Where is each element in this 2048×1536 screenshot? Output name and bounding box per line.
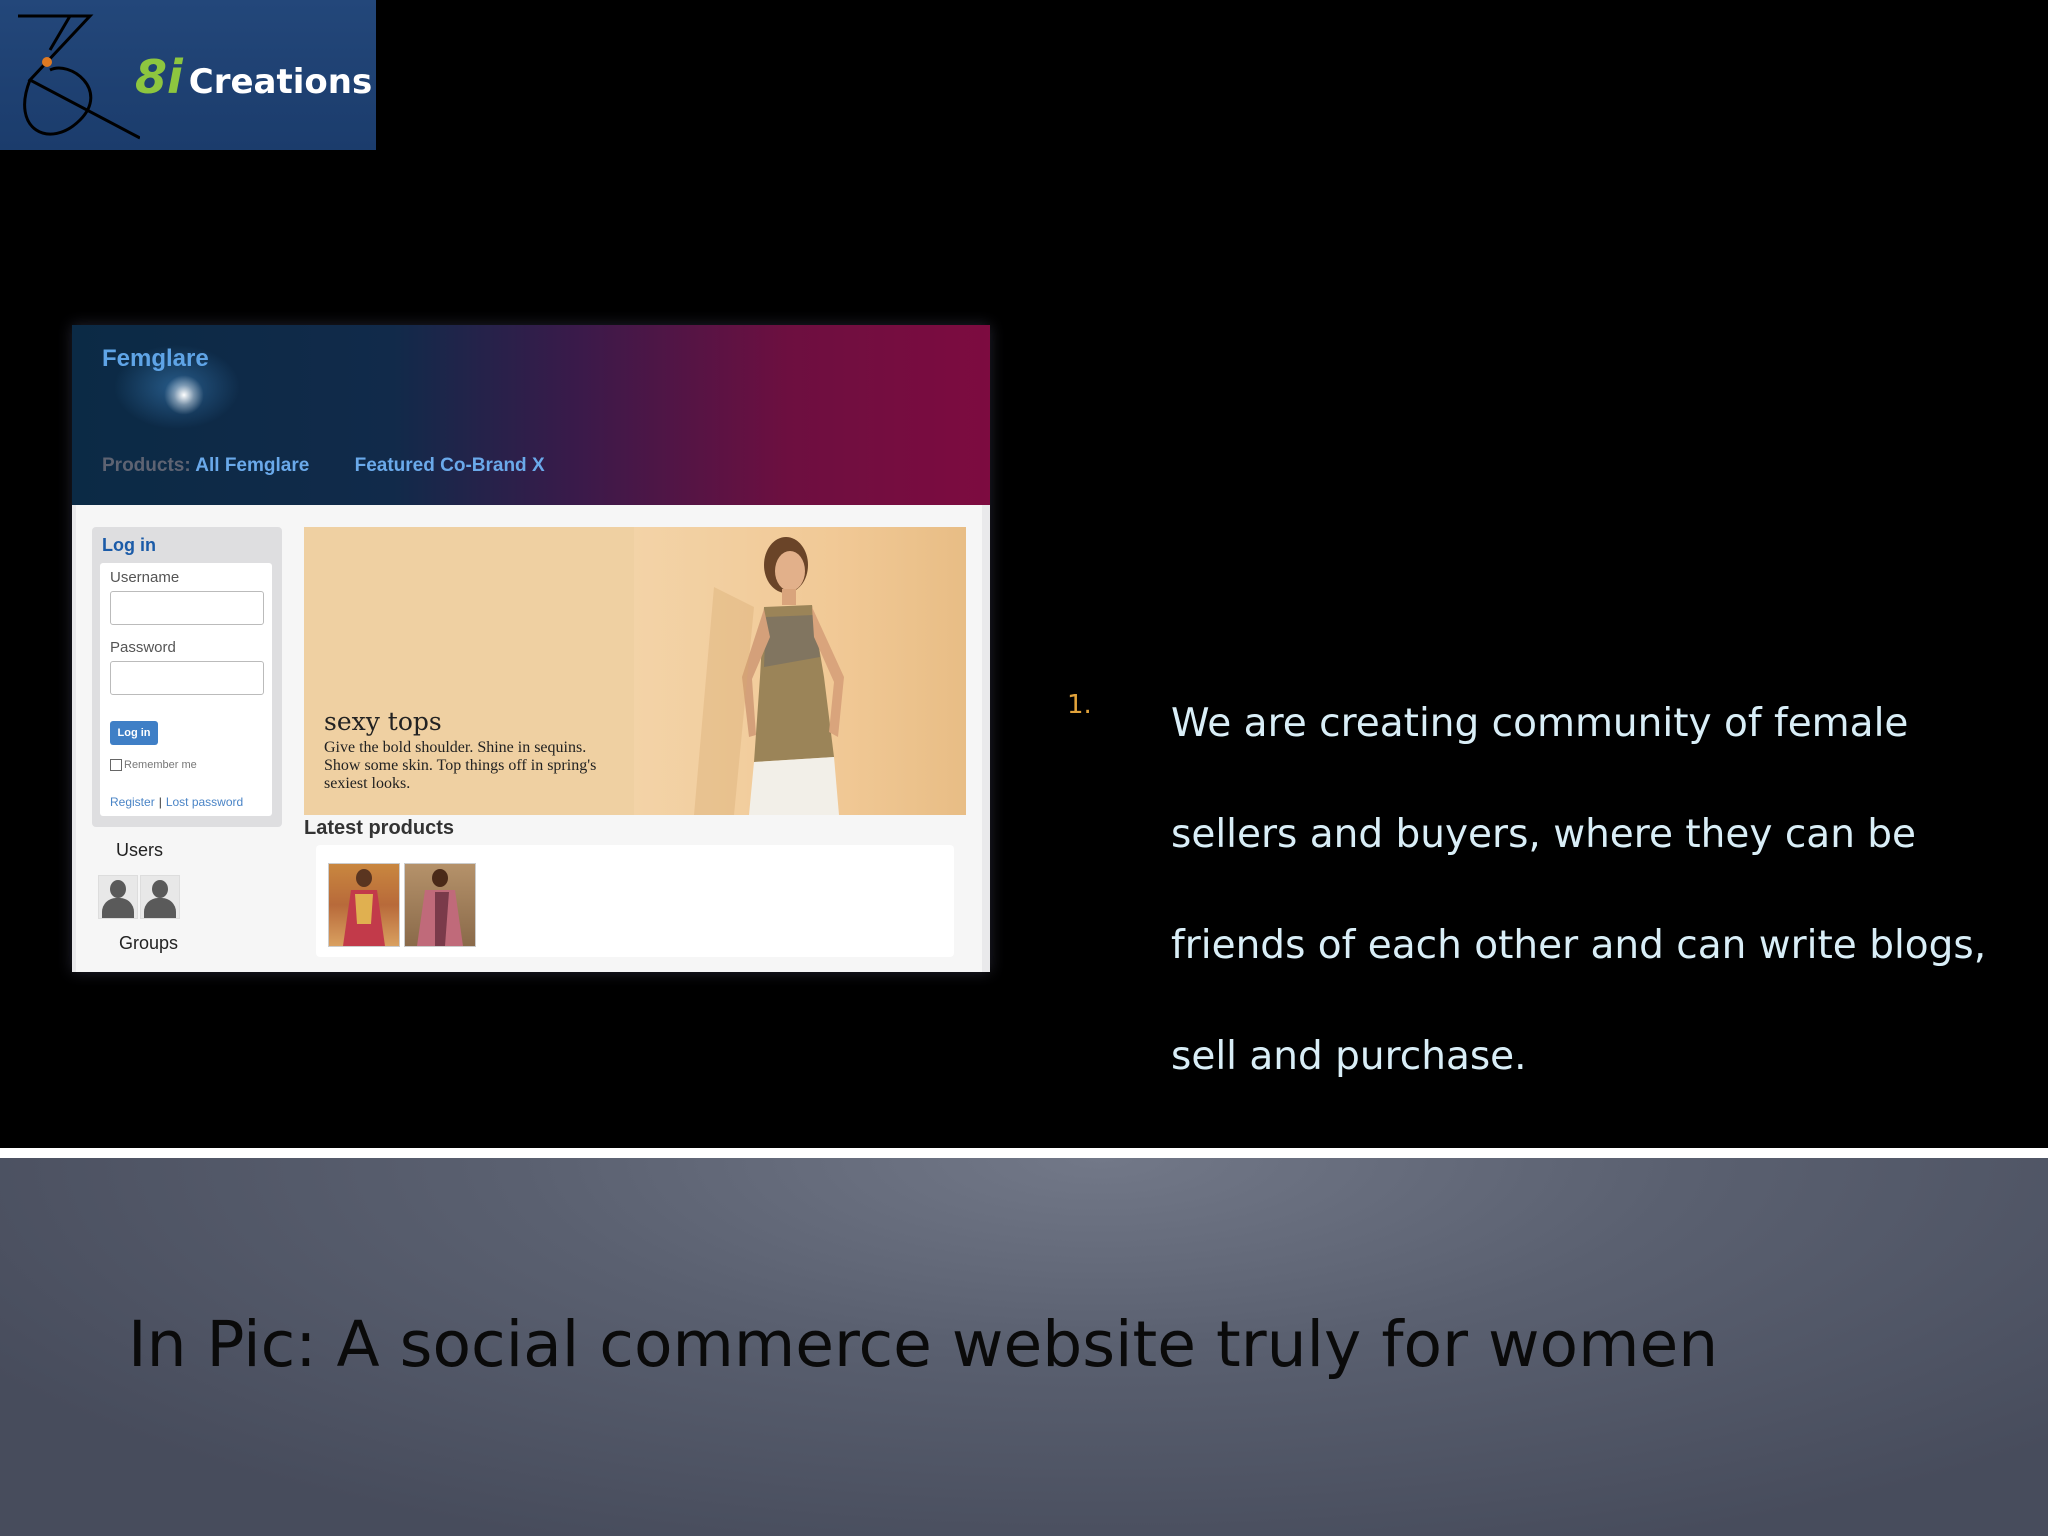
groups-heading: Groups <box>119 933 179 953</box>
site-brand[interactable]: Femglare <box>102 345 209 373</box>
logo-text: 8i Creations <box>135 50 372 104</box>
remember-me[interactable]: Remember me <box>110 759 197 772</box>
product-thumbnail[interactable] <box>328 863 400 947</box>
latest-products-list <box>316 845 954 957</box>
remember-checkbox[interactable] <box>110 759 122 772</box>
banner-model-photo <box>634 527 966 815</box>
bullet-text: We are creating community of female sell… <box>1171 701 1987 1079</box>
username-input[interactable] <box>110 591 264 625</box>
remember-label: Remember me <box>124 759 197 771</box>
banner-subtext: Give the bold shoulder. Shine in sequins… <box>324 739 597 792</box>
logo-number: 8i <box>135 50 183 104</box>
nav-prefix: Products: <box>102 455 191 476</box>
login-form: Username Password Log in Remember me Reg… <box>100 563 272 816</box>
site-header: Femglare Products: All Femglare Featured… <box>72 325 990 505</box>
login-panel: Log in Username Password Log in Remember… <box>92 527 282 827</box>
model-figure-image <box>694 537 844 815</box>
site-body: Log in Username Password Log in Remember… <box>76 505 982 972</box>
username-label: Username <box>110 569 180 586</box>
latest-products-heading: Latest products <box>304 817 455 839</box>
decorative-glow <box>164 375 204 415</box>
account-links: Register | Lost password <box>110 795 243 809</box>
product-thumbnail[interactable] <box>404 863 476 947</box>
login-title: Log in <box>102 535 156 555</box>
caption-band: In Pic: A social commerce website truly … <box>0 1158 2048 1536</box>
user-avatar-icon[interactable] <box>140 875 180 919</box>
website-screenshot: Femglare Products: All Femglare Featured… <box>72 325 990 972</box>
banner-headline: sexy tops <box>324 707 442 736</box>
company-logo: 8i Creations <box>0 0 376 150</box>
site-nav: Products: All Femglare Featured Co-Brand… <box>102 455 545 477</box>
password-label: Password <box>110 639 176 656</box>
lost-password-link[interactable]: Lost password <box>166 795 243 809</box>
password-input[interactable] <box>110 661 264 695</box>
hourglass-swirl-icon <box>18 14 140 140</box>
slide-caption: In Pic: A social commerce website truly … <box>128 1308 1719 1381</box>
promo-banner[interactable]: sexy tops Give the bold shoulder. Shine … <box>304 527 966 815</box>
nav-link-all-femglare[interactable]: All Femglare <box>195 455 309 476</box>
link-separator: | <box>158 795 162 809</box>
divider-line <box>0 1148 2048 1158</box>
login-button[interactable]: Log in <box>110 721 158 745</box>
user-avatar-icon[interactable] <box>98 875 138 919</box>
logo-name: Creations <box>188 62 373 102</box>
nav-link-featured-co-brand[interactable]: Featured Co-Brand X <box>355 455 545 476</box>
users-heading: Users <box>116 840 164 860</box>
register-link[interactable]: Register <box>110 795 155 809</box>
bullet-number: 1. <box>1067 690 1092 720</box>
